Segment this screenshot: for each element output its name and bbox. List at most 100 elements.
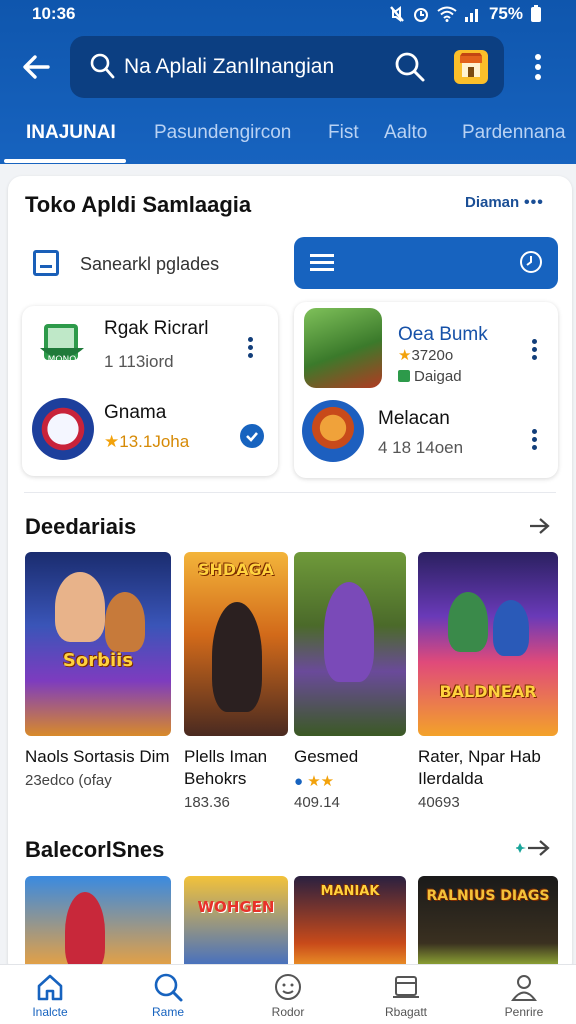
nav-label: Rbagatt	[384, 1005, 428, 1019]
app-more-icon[interactable]	[528, 336, 540, 366]
search-input[interactable]	[124, 48, 384, 86]
divider	[24, 492, 556, 493]
app-sub: 4 18 14oen	[378, 438, 464, 457]
app-rating: ★13.1Joha	[104, 432, 189, 452]
tab-bar: INAJUNAI Pasundengircon Fist Aalto Parde…	[0, 112, 576, 164]
figure-art	[212, 602, 262, 712]
section-title: Deedariais	[25, 514, 137, 539]
arrow-right-icon[interactable]	[516, 838, 550, 858]
game-thumbnail: BALDNEAR	[418, 552, 558, 736]
game-thumbnail: Sorbiis	[25, 552, 171, 736]
toolbar	[0, 36, 576, 98]
filter-label[interactable]: Sanearkl pglades	[80, 254, 219, 275]
tab-5[interactable]: Pardennana	[462, 122, 566, 144]
game-thumbnail	[294, 552, 406, 736]
rec-thumbnail[interactable]: WOHGEN	[184, 876, 288, 972]
figure-art	[448, 592, 488, 652]
stars-icon: ★★	[307, 773, 335, 790]
app-more-icon[interactable]	[528, 426, 540, 456]
rec-thumbnail[interactable]: RALNIUS DIAGS	[418, 876, 558, 972]
game-meta: 409.14	[294, 794, 340, 811]
battery-percent: 75%	[488, 4, 523, 23]
game-card[interactable]: Gesmed ● ★★ 409.14	[294, 552, 406, 811]
star-icon: ★	[398, 347, 412, 364]
app-list-card-right: Oea Bumk ★3720o Daigad Melacan 4 18 14oe…	[294, 302, 558, 478]
star-icon: ★	[104, 432, 120, 451]
tab-1[interactable]: INAJUNAI	[26, 122, 116, 144]
rec-logo: WOHGEN	[197, 898, 275, 916]
app-sub: 1 113iord	[104, 352, 174, 371]
card-more-icon[interactable]: •••	[524, 194, 544, 212]
tab-4[interactable]: Aalto	[384, 122, 427, 144]
game-meta: 23edco (ofay	[25, 772, 112, 789]
nav-faces[interactable]: Rodor	[248, 971, 328, 1019]
profile-icon	[511, 975, 537, 1001]
figure-art	[65, 892, 105, 972]
app-list-card-left: MONO Rgak Ricrarl 1 113iord Gnama ★13.1J…	[22, 306, 278, 476]
game-logo: BALDNEAR	[439, 682, 537, 701]
filter-icon[interactable]	[33, 250, 59, 276]
app-item[interactable]: Melacan 4 18 14oen	[294, 396, 558, 476]
tab-indicator	[4, 159, 126, 163]
app-item[interactable]: Gnama ★13.1Joha	[22, 392, 278, 472]
bottom-nav: Inalcte Rame Rodor Rbagatt Penrire	[0, 964, 576, 1024]
app-item[interactable]: MONO Rgak Ricrarl 1 113iord	[22, 306, 278, 386]
card-link[interactable]: Diaman	[465, 194, 519, 211]
nav-label: Penrire	[504, 1005, 544, 1019]
app-header: 10:36 75% INAJUNAI Pasundengircon Fist A…	[0, 0, 576, 164]
app-rating: ★3720o	[398, 346, 453, 364]
nav-search[interactable]: Rame	[128, 971, 208, 1019]
game-thumbnail: SHDAGA	[184, 552, 288, 736]
nav-home[interactable]: Inalcte	[10, 971, 90, 1019]
library-icon	[393, 976, 419, 998]
battery-icon	[531, 5, 541, 22]
rec-thumbnail[interactable]: MANIAK	[294, 876, 406, 972]
game-logo: Sorbiis	[62, 650, 134, 671]
store-icon[interactable]	[454, 50, 488, 84]
filter-row: Sanearkl pglades	[8, 234, 572, 294]
face-icon	[275, 974, 301, 1000]
rec-logo: RALNIUS DIAGS	[426, 888, 550, 904]
app-name: Melacan	[378, 408, 450, 429]
app-icon-2	[32, 398, 94, 460]
game-card[interactable]: SHDAGA Plells Iman Behokrs 183.36	[184, 552, 288, 811]
game-meta: 40693	[418, 794, 460, 811]
game-card[interactable]: BALDNEAR Rater, Npar Hab Ilerdalda 40693	[418, 552, 558, 811]
check-icon[interactable]	[240, 424, 264, 448]
home-icon	[37, 974, 63, 1001]
rec-thumbnail[interactable]	[25, 876, 171, 972]
signal-icon	[464, 9, 478, 22]
app-tag: Daigad	[398, 368, 462, 385]
wifi-icon	[437, 6, 457, 22]
tab-2[interactable]: Pasundengircon	[154, 122, 291, 144]
nav-library[interactable]: Rbagatt	[366, 971, 446, 1019]
content-card: Toko Apldi Samlaagia Diaman ••• Sanearkl…	[8, 176, 572, 976]
arrow-right-icon[interactable]	[528, 516, 552, 536]
rating-value: 13.1Joha	[119, 432, 190, 451]
card-title: Toko Apldi Samlaagia	[25, 192, 252, 217]
game-meta: 183.36	[184, 794, 230, 811]
app-name: Oea Bumk	[398, 324, 488, 345]
section-title: BalecorlSnes	[25, 837, 165, 862]
game-logo: SHDAGA	[197, 560, 275, 579]
game-title: Plells Iman Behokrs	[184, 747, 268, 788]
app-more-icon[interactable]	[244, 334, 256, 364]
more-icon[interactable]	[528, 52, 548, 82]
nav-profile[interactable]: Penrire	[484, 971, 564, 1019]
status-icons: 75%	[389, 4, 542, 24]
app-icon-1: MONO	[34, 318, 96, 380]
figure-art	[55, 572, 105, 642]
back-arrow-icon[interactable]	[18, 49, 54, 85]
game-card[interactable]: Sorbiis Naols Sortasis Dim 23edco (ofay	[25, 552, 171, 789]
app-name: Gnama	[104, 402, 167, 423]
app-item[interactable]: Oea Bumk ★3720o Daigad	[294, 302, 558, 388]
search-bar[interactable]	[70, 36, 504, 98]
tab-3[interactable]: Fist	[328, 122, 359, 144]
svg-text:MONO: MONO	[48, 355, 77, 365]
rating-value: 3720o	[411, 347, 454, 364]
game-title: Gesmed	[294, 747, 359, 766]
game-rating: ● ★★	[294, 772, 406, 790]
filter-button[interactable]	[294, 237, 558, 289]
nav-label: Inalcte	[32, 1005, 68, 1019]
search-submit-icon[interactable]	[394, 51, 426, 83]
